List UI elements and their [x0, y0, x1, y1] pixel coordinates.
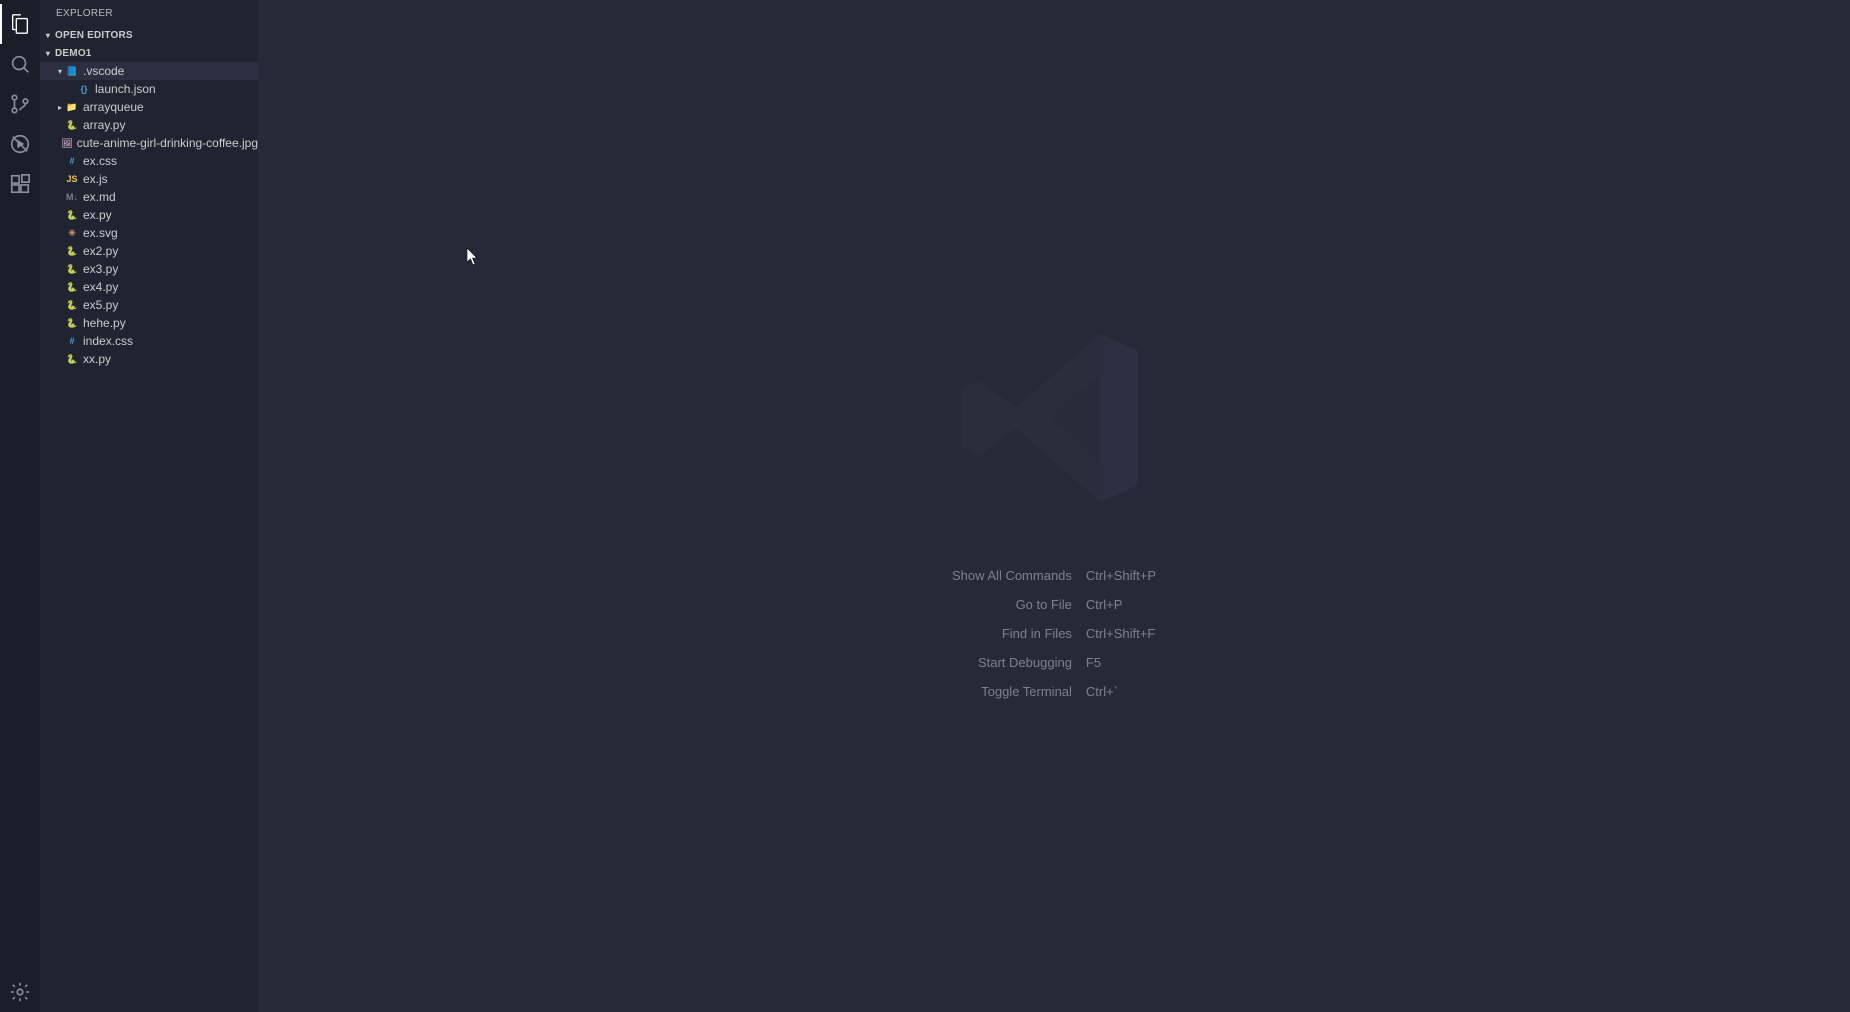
tree-file[interactable]: # index.css [40, 332, 258, 350]
shortcut-label: Go to File [952, 597, 1072, 612]
chevron-down-icon: ▾ [43, 48, 53, 58]
tree-item-label: cute-anime-girl-drinking-coffee.jpg [77, 136, 258, 150]
tree-item-label: ex.js [83, 172, 108, 186]
css-icon: # [65, 334, 79, 348]
tree-file[interactable]: ✳ ex.svg [40, 224, 258, 242]
shortcut-label: Find in Files [952, 626, 1072, 641]
tree-file[interactable]: 🐍 array.py [40, 116, 258, 134]
chevron-down-icon: ▾ [43, 30, 53, 40]
tree-folder[interactable]: ▾📘 .vscode [40, 62, 258, 80]
extensions-icon[interactable] [0, 164, 40, 204]
py-icon: 🐍 [65, 244, 79, 258]
py-icon: 🐍 [65, 118, 79, 132]
vscode-watermark-icon [949, 313, 1159, 528]
tree-file[interactable]: 🐍 hehe.py [40, 314, 258, 332]
shortcut-keys: Ctrl+P [1086, 597, 1156, 612]
py-icon: 🐍 [65, 352, 79, 366]
tree-folder[interactable]: ▸📁 arrayqueue [40, 98, 258, 116]
shortcut-label: Start Debugging [952, 655, 1072, 670]
tree-file[interactable]: 🖼 cute-anime-girl-drinking-coffee.jpg [40, 134, 258, 152]
sidebar: EXPLORER ▾ OPEN EDITORS ▾ DEMO1 ▾📘.vscod… [40, 0, 258, 1012]
workspace-header[interactable]: ▾ DEMO1 [40, 44, 258, 62]
debug-icon[interactable] [0, 124, 40, 164]
chevron-icon: ▸ [55, 103, 65, 112]
welcome-shortcuts: Show All Commands Ctrl+Shift+P Go to File C… [952, 568, 1156, 699]
py-icon: 🐍 [65, 208, 79, 222]
css-icon: # [65, 154, 79, 168]
img-icon: 🖼 [61, 136, 72, 150]
tree-item-label: ex.svg [83, 226, 118, 240]
tree-item-label: hehe.py [83, 316, 126, 330]
py-icon: 🐍 [65, 316, 79, 330]
md-icon: M↓ [65, 190, 79, 204]
tree-file[interactable]: M↓ ex.md [40, 188, 258, 206]
shortcut-keys: Ctrl+` [1086, 684, 1156, 699]
explorer-icon[interactable] [0, 4, 40, 44]
search-icon[interactable] [0, 44, 40, 84]
tree-file[interactable]: 🐍 ex3.py [40, 260, 258, 278]
tree-item-label: .vscode [83, 64, 124, 78]
editor-welcome: Show All Commands Ctrl+Shift+P Go to File C… [258, 0, 1850, 1012]
chevron-icon: ▾ [55, 67, 65, 76]
sidebar-title: EXPLORER [40, 0, 258, 26]
shortcut-keys: Ctrl+Shift+P [1086, 568, 1156, 583]
tree-item-label: array.py [83, 118, 125, 132]
tree-file[interactable]: 🐍 ex4.py [40, 278, 258, 296]
tree-item-label: ex4.py [83, 280, 118, 294]
tree-file[interactable]: 🐍 xx.py [40, 350, 258, 368]
tree-file[interactable]: JS ex.js [40, 170, 258, 188]
py-icon: 🐍 [65, 262, 79, 276]
py-icon: 🐍 [65, 280, 79, 294]
folder-icon: 📁 [65, 100, 79, 114]
file-tree: ▾📘 .vscode {} launch.json ▸📁 arrayqueue 🐍 array… [40, 62, 258, 1012]
tree-item-label: ex2.py [83, 244, 118, 258]
shortcut-label: Toggle Terminal [952, 684, 1072, 699]
shortcut-keys: F5 [1086, 655, 1156, 670]
activity-bar [0, 0, 40, 1012]
tree-item-label: ex3.py [83, 262, 118, 276]
tree-item-label: xx.py [83, 352, 111, 366]
folder-vscode-icon: 📘 [65, 64, 79, 78]
shortcut-keys: Ctrl+Shift+F [1086, 626, 1156, 641]
open-editors-header[interactable]: ▾ OPEN EDITORS [40, 26, 258, 44]
tree-item-label: ex.css [83, 154, 117, 168]
open-editors-label: OPEN EDITORS [55, 30, 133, 41]
py-icon: 🐍 [65, 298, 79, 312]
tree-item-label: index.css [83, 334, 133, 348]
tree-item-label: ex.md [83, 190, 116, 204]
tree-file[interactable]: 🐍 ex.py [40, 206, 258, 224]
js-icon: JS [65, 172, 79, 186]
json-icon: {} [77, 82, 91, 96]
tree-file[interactable]: 🐍 ex2.py [40, 242, 258, 260]
svg-icon: ✳ [65, 226, 79, 240]
tree-item-label: arrayqueue [83, 100, 144, 114]
workspace-label: DEMO1 [55, 48, 92, 59]
tree-file[interactable]: {} launch.json [40, 80, 258, 98]
shortcut-label: Show All Commands [952, 568, 1072, 583]
source-control-icon[interactable] [0, 84, 40, 124]
tree-item-label: ex5.py [83, 298, 118, 312]
settings-gear-icon[interactable] [0, 972, 40, 1012]
tree-file[interactable]: # ex.css [40, 152, 258, 170]
tree-item-label: ex.py [83, 208, 112, 222]
tree-file[interactable]: 🐍 ex5.py [40, 296, 258, 314]
tree-item-label: launch.json [95, 82, 156, 96]
